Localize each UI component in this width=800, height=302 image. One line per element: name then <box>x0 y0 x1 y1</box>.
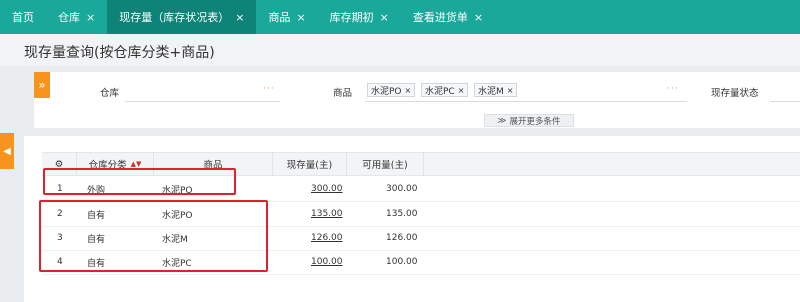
expand-sidebar-button[interactable]: » <box>34 72 50 98</box>
tab-warehouse[interactable]: 仓库 × <box>46 0 107 34</box>
product-chip[interactable]: 水泥M × <box>474 83 518 97</box>
chevron-left-icon: ◀ <box>3 145 11 157</box>
remove-chip-icon[interactable]: × <box>405 86 412 95</box>
warehouse-picker-icon[interactable]: ··· <box>263 84 275 94</box>
column-label: 现存量(主) <box>286 160 333 171</box>
tab-label: 现存量（库存状况表） <box>119 11 230 24</box>
row-available: 126.00 <box>386 233 418 243</box>
close-icon[interactable]: × <box>86 12 95 23</box>
tab-label: 查看进货单 <box>412 11 468 24</box>
row-current-stock-link[interactable]: 100.00 <box>311 250 343 274</box>
page-title: 现存量查询(按仓库分类+商品) <box>24 45 215 61</box>
warehouse-input[interactable] <box>125 101 280 102</box>
tab-label: 库存期初 <box>329 11 374 24</box>
close-icon[interactable]: × <box>474 12 483 23</box>
column-header-current-stock[interactable]: 现存量(主) <box>273 152 347 176</box>
tab-bar: 首页 仓库 × 现存量（库存状况表） × 商品 × 库存期初 × 查看进货单 × <box>0 0 800 34</box>
chip-label: 水泥PO <box>371 86 402 97</box>
stock-status-label: 现存量状态 <box>711 88 759 99</box>
row-available: 300.00 <box>386 184 418 194</box>
chip-label: 水泥PC <box>425 86 455 97</box>
product-input[interactable] <box>365 101 687 102</box>
row-divider <box>42 274 800 275</box>
tab-purchase-order[interactable]: 查看进货单 × <box>401 0 495 34</box>
product-chip[interactable]: 水泥PC × <box>421 83 469 97</box>
column-label: 可用量(主) <box>362 160 408 171</box>
stock-status-select[interactable] <box>770 101 800 102</box>
product-chip[interactable]: 水泥PO × <box>367 83 416 97</box>
tab-home[interactable]: 首页 <box>0 0 46 34</box>
tab-label: 商品 <box>268 11 291 24</box>
row-available: 100.00 <box>386 257 418 267</box>
double-chevron-right-icon: » <box>38 78 46 92</box>
close-icon[interactable]: × <box>235 12 244 23</box>
remove-chip-icon[interactable]: × <box>507 86 514 95</box>
close-icon[interactable]: × <box>296 12 305 23</box>
row-available: 135.00 <box>386 209 418 219</box>
tab-opening-stock[interactable]: 库存期初 × <box>318 0 401 34</box>
product-picker-icon[interactable]: ··· <box>667 84 679 94</box>
filter-panel <box>34 72 800 128</box>
row-current-stock-link[interactable]: 126.00 <box>311 226 343 250</box>
product-label: 商品 <box>333 88 353 99</box>
remove-chip-icon[interactable]: × <box>458 86 465 95</box>
tab-product[interactable]: 商品 × <box>256 0 317 34</box>
expand-more-conditions-button[interactable]: ≫ 展开更多条件 <box>484 114 574 127</box>
side-toggle-tab[interactable]: ◀ <box>0 133 14 169</box>
chip-label: 水泥M <box>478 86 504 97</box>
double-chevron-down-icon: ≫ <box>497 115 507 126</box>
row-current-stock-link[interactable]: 135.00 <box>311 202 343 226</box>
tab-label: 仓库 <box>58 11 80 24</box>
highlight-box-purchased <box>43 168 236 195</box>
tab-stock-status[interactable]: 现存量（库存状况表） × <box>107 0 257 34</box>
highlight-box-owned <box>39 200 268 272</box>
close-icon[interactable]: × <box>380 12 389 23</box>
column-header-available[interactable]: 可用量(主) <box>347 152 424 176</box>
tab-label: 首页 <box>12 11 34 24</box>
row-current-stock-link[interactable]: 300.00 <box>311 177 343 201</box>
expand-label: 展开更多条件 <box>509 116 561 127</box>
warehouse-label: 仓库 <box>100 88 120 99</box>
sort-icon[interactable]: ▲▼ <box>131 160 142 168</box>
